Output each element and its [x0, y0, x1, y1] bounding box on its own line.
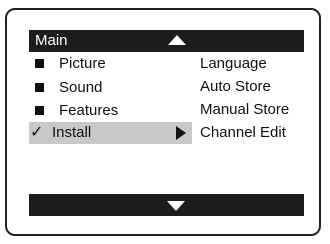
square-bullet-icon [35, 59, 44, 68]
square-bullet-icon [35, 106, 44, 115]
menu-footer-bar [29, 194, 304, 216]
menu-item-install[interactable]: ✓ Install [29, 122, 192, 144]
scroll-down-icon[interactable] [167, 201, 185, 211]
menu-item-label: Sound [59, 79, 103, 96]
submenu-item-channel-edit[interactable]: Channel Edit [200, 122, 286, 144]
menu-item-features[interactable]: Features [29, 100, 192, 122]
submenu-item-auto-store[interactable]: Auto Store [200, 76, 271, 98]
scroll-up-icon[interactable] [168, 35, 186, 45]
check-icon: ✓ [30, 124, 44, 141]
menu-item-label: Picture [59, 55, 106, 72]
submenu-item-manual-store[interactable]: Manual Store [200, 99, 289, 121]
menu-item-label: Features [59, 102, 119, 119]
menu-item-label: Install [52, 124, 92, 141]
square-bullet-icon [35, 83, 44, 92]
menu-header-bar: Main [29, 30, 304, 52]
menu-item-picture[interactable]: Picture [29, 53, 192, 75]
menu-item-sound[interactable]: Sound [29, 77, 192, 99]
submenu-item-language[interactable]: Language [200, 53, 267, 75]
menu-title: Main [35, 32, 68, 49]
submenu-arrow-icon [176, 126, 186, 140]
